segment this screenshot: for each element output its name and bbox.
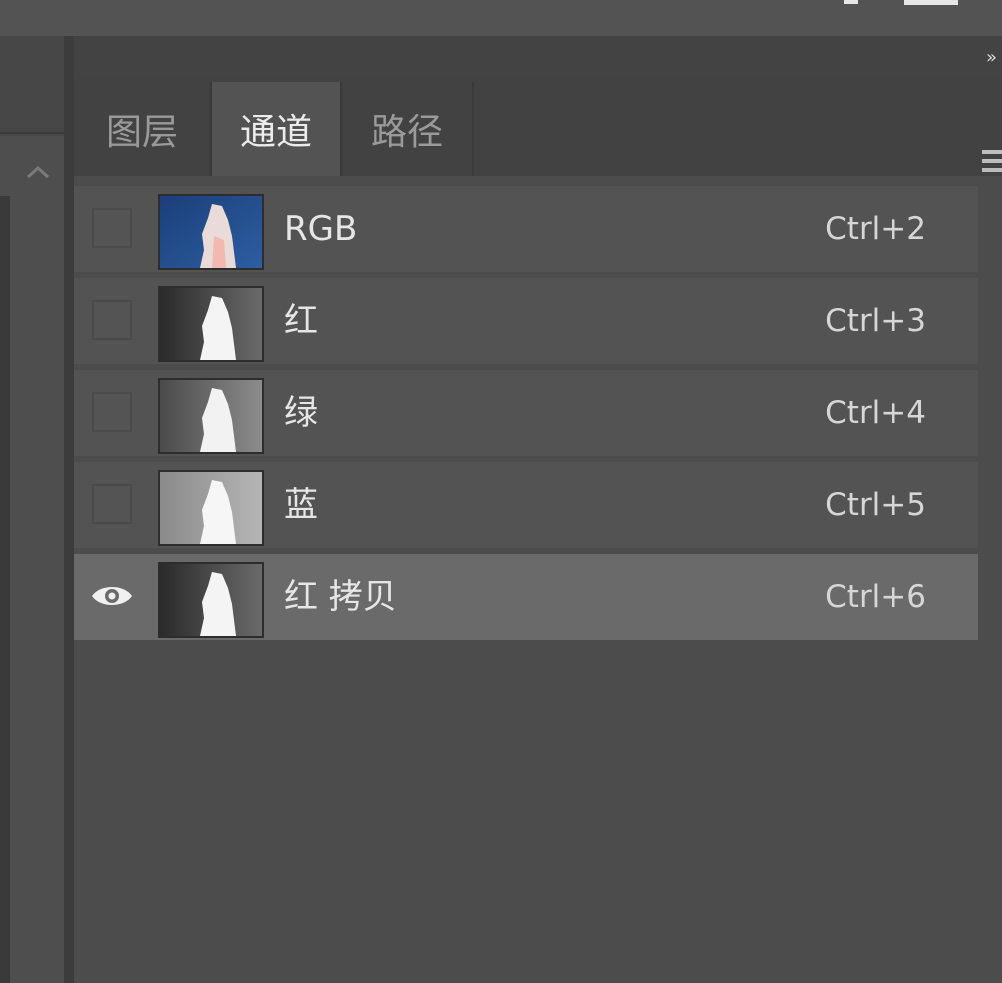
tab-label: 图层 [105,112,178,153]
panel-header: » [74,36,1002,78]
visibility-toggle[interactable] [90,390,134,434]
green-channel-thumbnail [158,378,264,454]
tab-channels[interactable]: 通道 [212,82,340,176]
channel-shortcut: Ctrl+2 [825,211,926,247]
panel-divider[interactable] [64,36,74,983]
visibility-empty-box [92,300,132,340]
channel-name: 红 [284,301,318,341]
channel-name: 蓝 [284,485,318,525]
tab-divider [472,82,474,176]
channel-shortcut: Ctrl+6 [825,579,926,615]
rgb-thumbnail [158,194,264,270]
visibility-empty-box [92,484,132,524]
panel-menu-icon[interactable] [982,150,1002,184]
channel-shortcut: Ctrl+5 [825,487,926,523]
top-bar-control[interactable] [904,0,958,5]
visibility-toggle[interactable] [90,206,134,250]
red-channel-thumbnail [158,286,264,362]
channels-panel: » 图层 通道 路径 RGB Ctrl+2 红 Ctrl+3 绿 Ctrl+4 … [74,36,1002,983]
expand-panel-icon[interactable]: » [986,48,1000,68]
top-bar [0,0,1002,36]
chevron-up-icon [26,165,50,179]
visibility-toggle[interactable] [90,574,134,618]
visibility-empty-box [92,208,132,248]
tab-label: 路径 [370,112,443,153]
visibility-toggle[interactable] [90,298,134,342]
blue-channel-thumbnail [158,470,264,546]
channel-name: RGB [284,209,358,249]
tab-label: 通道 [239,112,312,153]
left-collapsed-panel [0,36,64,983]
channel-row-rgb[interactable]: RGB Ctrl+2 [74,186,978,272]
channel-name: 绿 [284,393,318,433]
collapse-up-button[interactable] [22,159,54,185]
top-bar-control[interactable] [844,0,858,4]
channel-name: 红 拷贝 [284,577,397,617]
left-panel-separator [0,132,64,134]
channel-shortcut: Ctrl+3 [825,303,926,339]
visibility-toggle[interactable] [90,482,134,526]
channel-row-red[interactable]: 红 Ctrl+3 [74,278,978,364]
visibility-empty-box [92,392,132,432]
channel-row-red-copy[interactable]: 红 拷贝 Ctrl+6 [74,554,978,640]
tab-layers[interactable]: 图层 [74,82,210,176]
panel-tabs: 图层 通道 路径 [74,78,1002,176]
channel-shortcut: Ctrl+4 [825,395,926,431]
red-copy-channel-thumbnail [158,562,264,638]
eye-icon [92,587,132,605]
left-panel-edge [0,196,10,983]
tab-paths[interactable]: 路径 [342,82,472,176]
channel-row-green[interactable]: 绿 Ctrl+4 [74,370,978,456]
channel-row-blue[interactable]: 蓝 Ctrl+5 [74,462,978,548]
